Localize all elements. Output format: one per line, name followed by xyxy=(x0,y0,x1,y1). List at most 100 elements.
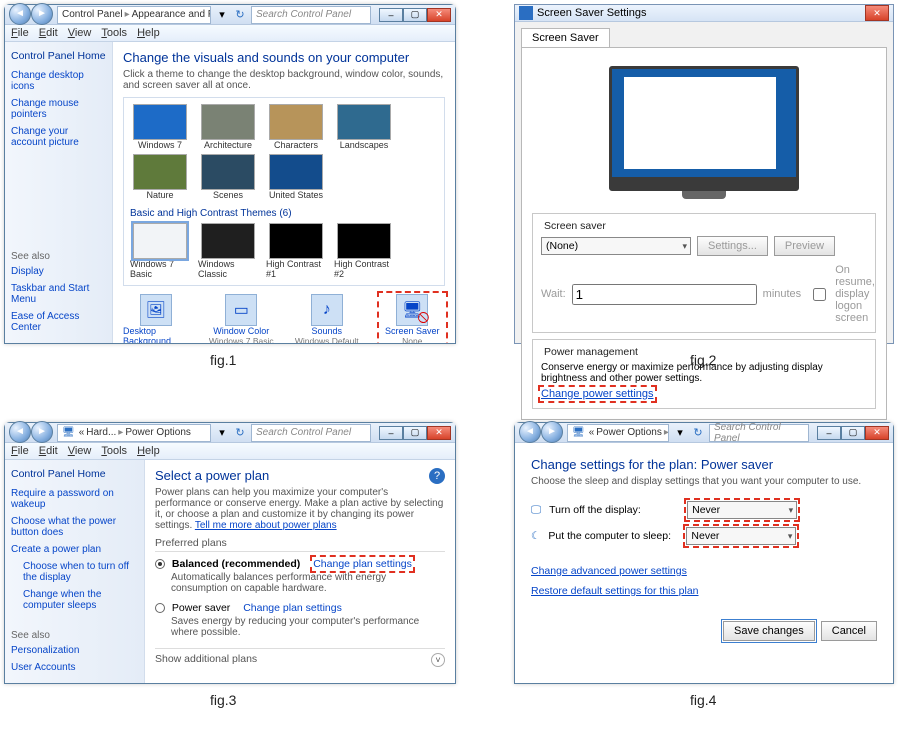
search-input[interactable]: Search Control Panel xyxy=(251,424,371,442)
sidebar-link[interactable]: Choose when to turn off the display xyxy=(11,561,138,583)
menu-help[interactable]: Help xyxy=(137,27,160,39)
tab-screensaver[interactable]: Screen Saver xyxy=(521,28,610,47)
sidebar-link[interactable]: Change desktop icons xyxy=(11,70,106,92)
menu-tools[interactable]: Tools xyxy=(101,445,127,457)
sounds-link[interactable]: ♪ Sounds Windows Default xyxy=(294,294,360,343)
screensaver-select[interactable]: (None) xyxy=(541,237,691,255)
breadcrumb[interactable]: 🖥 « Hard...▸ Power Options xyxy=(57,424,211,442)
maximize-button[interactable]: ▢ xyxy=(403,426,427,440)
sidebar-link[interactable]: Change when the computer sleeps xyxy=(11,589,138,611)
seealso-link[interactable]: Display xyxy=(11,266,106,277)
page-title: Change settings for the plan: Power save… xyxy=(531,457,877,472)
sidebar-link[interactable]: Require a password on wakeup xyxy=(11,488,138,510)
fieldset-legend: Screen saver xyxy=(541,220,609,232)
main-pane: Change settings for the plan: Power save… xyxy=(515,443,893,683)
breadcrumb[interactable]: Control Panel▸ Appearance and Personaliz… xyxy=(57,6,211,24)
sleep-select[interactable]: Never xyxy=(686,527,796,545)
screensaver-preview xyxy=(609,66,799,191)
seealso-link[interactable]: Ease of Access Center xyxy=(11,311,106,333)
menu-view[interactable]: View xyxy=(68,445,92,457)
change-plan-settings-link[interactable]: Change plan settings xyxy=(313,558,412,570)
cancel-button[interactable]: Cancel xyxy=(821,621,877,641)
caption: fig.4 xyxy=(690,692,716,708)
menu-view[interactable]: View xyxy=(68,27,92,39)
wait-input[interactable] xyxy=(572,284,757,305)
sidebar-link[interactable]: Change your account picture xyxy=(11,126,106,148)
save-changes-button[interactable]: Save changes xyxy=(723,621,815,641)
wait-label: Wait: xyxy=(541,288,566,300)
theme-item[interactable]: Characters xyxy=(266,104,326,150)
chevron-down-icon[interactable]: ˅ xyxy=(431,653,445,667)
close-button[interactable]: ✕ xyxy=(427,8,451,22)
sidebar-link[interactable]: Change mouse pointers xyxy=(11,98,106,120)
seealso-link[interactable]: Taskbar and Start Menu xyxy=(11,283,106,305)
breadcrumb-item[interactable]: Hard... xyxy=(86,427,116,438)
breadcrumb-item[interactable]: Power Options xyxy=(596,427,662,438)
show-additional-plans[interactable]: Show additional plans xyxy=(155,653,257,667)
power-options-window: ◄ ► 🖥 « Hard...▸ Power Options ▾ ↻ Searc… xyxy=(4,422,456,684)
theme-item[interactable]: Windows 7 xyxy=(130,104,190,150)
advanced-power-settings-link[interactable]: Change advanced power settings xyxy=(531,565,687,577)
window-color-icon: ▭ xyxy=(225,294,257,326)
theme-item[interactable]: Scenes xyxy=(198,154,258,200)
main-pane: Change the visuals and sounds on your co… xyxy=(113,42,455,343)
breadcrumb[interactable]: 🖥 « Power Options▸ Edit Plan Settings xyxy=(567,424,669,442)
menu-tools[interactable]: Tools xyxy=(101,27,127,39)
breadcrumb-item[interactable]: Appearance and Personalization xyxy=(132,9,211,20)
change-plan-settings-link[interactable]: Change plan settings xyxy=(243,602,342,614)
titlebar: ◄ ► 🖥 « Power Options▸ Edit Plan Setting… xyxy=(515,423,893,443)
forward-button[interactable]: ► xyxy=(541,421,563,443)
menu-edit[interactable]: Edit xyxy=(39,27,58,39)
back-button[interactable]: ◄ xyxy=(519,421,541,443)
turn-off-display-select[interactable]: Never xyxy=(687,501,797,519)
menu-file[interactable]: File xyxy=(11,27,29,39)
theme-item[interactable]: High Contrast #2 xyxy=(334,223,394,279)
back-button[interactable]: ◄ xyxy=(9,3,31,25)
menu-edit[interactable]: Edit xyxy=(39,445,58,457)
breadcrumb-item[interactable]: Power Options xyxy=(125,427,191,438)
close-button[interactable]: ✕ xyxy=(427,426,451,440)
menu-file[interactable]: File xyxy=(11,445,29,457)
plan-description: Saves energy by reducing your computer's… xyxy=(171,616,445,638)
sidebar-link[interactable]: Choose what the power button does xyxy=(11,516,138,538)
theme-item[interactable]: High Contrast #1 xyxy=(266,223,326,279)
plan-radio-powersaver[interactable] xyxy=(155,603,165,613)
restore-defaults-link[interactable]: Restore default settings for this plan xyxy=(531,585,699,597)
seealso-link[interactable]: User Accounts xyxy=(11,662,138,673)
breadcrumb-item[interactable]: Control Panel xyxy=(62,9,123,20)
dialog-icon xyxy=(519,6,533,20)
back-button[interactable]: ◄ xyxy=(9,421,31,443)
change-power-settings-link[interactable]: Change power settings xyxy=(541,388,654,400)
theme-item-selected[interactable]: Windows 7 Basic xyxy=(130,223,190,279)
help-icon[interactable]: ? xyxy=(429,468,445,484)
theme-item[interactable]: United States xyxy=(266,154,326,200)
close-button[interactable]: ✕ xyxy=(865,5,889,21)
window-color-link[interactable]: ▭ Window Color Windows 7 Basic xyxy=(209,294,275,343)
menu-help[interactable]: Help xyxy=(137,445,160,457)
search-input[interactable]: Search Control Panel xyxy=(709,424,809,442)
theme-item[interactable]: Nature xyxy=(130,154,190,200)
search-input[interactable]: Search Control Panel xyxy=(251,6,371,24)
preview-button[interactable]: Preview xyxy=(774,236,835,256)
settings-button[interactable]: Settings... xyxy=(697,236,768,256)
minimize-button[interactable]: – xyxy=(379,426,403,440)
forward-button[interactable]: ► xyxy=(31,3,53,25)
minimize-button[interactable]: – xyxy=(379,8,403,22)
theme-item[interactable]: Windows Classic xyxy=(198,223,258,279)
see-also-header: See also xyxy=(11,251,106,262)
theme-item[interactable]: Landscapes xyxy=(334,104,394,150)
theme-item[interactable]: Architecture xyxy=(198,104,258,150)
screen-saver-link[interactable]: 🖥⦸ Screen Saver None xyxy=(380,294,446,343)
forward-button[interactable]: ► xyxy=(31,421,53,443)
desktop-background-link[interactable]: 🖼 Desktop Background Harmony xyxy=(123,294,189,343)
maximize-button[interactable]: ▢ xyxy=(403,8,427,22)
sidebar-link[interactable]: Create a power plan xyxy=(11,544,138,555)
plan-radio-balanced[interactable] xyxy=(155,559,165,569)
learn-more-link[interactable]: Tell me more about power plans xyxy=(195,520,337,531)
close-button[interactable]: ✕ xyxy=(865,426,889,440)
plan-name: Power saver xyxy=(172,602,230,614)
onresume-checkbox[interactable] xyxy=(813,288,826,301)
maximize-button[interactable]: ▢ xyxy=(841,426,865,440)
minimize-button[interactable]: – xyxy=(817,426,841,440)
seealso-link[interactable]: Personalization xyxy=(11,645,138,656)
